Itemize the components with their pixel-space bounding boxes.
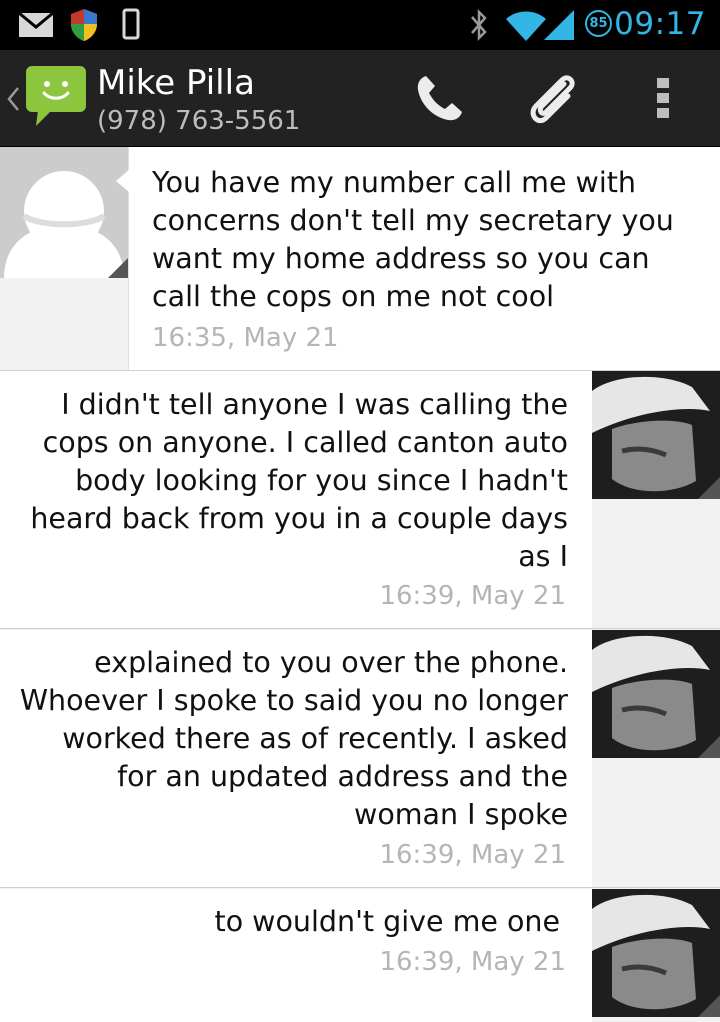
mail-icon	[18, 12, 54, 37]
message-timestamp: 16:39, May 21	[379, 581, 566, 611]
message-timestamp: 16:39, May 21	[379, 947, 566, 977]
my-avatar[interactable]	[592, 630, 720, 758]
conversation-header: Mike Pilla (978) 763-5561	[0, 50, 720, 147]
overflow-menu-icon[interactable]	[654, 76, 672, 120]
bluetooth-icon	[471, 8, 487, 42]
message-body: I didn't tell anyone I was calling the c…	[30, 388, 568, 573]
message-incoming[interactable]: You have my number call me with concerns…	[0, 147, 720, 371]
contact-avatar[interactable]	[0, 147, 128, 278]
message-outgoing[interactable]: explained to you over the phone. Whoever…	[0, 630, 720, 888]
contact-number: (978) 763-5561	[97, 106, 301, 136]
profile-photo-icon	[592, 371, 720, 499]
back-chevron-icon[interactable]	[6, 86, 20, 112]
shield-icon	[71, 9, 97, 41]
call-icon[interactable]	[414, 72, 466, 124]
signal-icon	[544, 10, 574, 40]
bubble-pointer-icon	[116, 169, 130, 193]
message-outgoing[interactable]: I didn't tell anyone I was calling the c…	[0, 371, 720, 629]
status-clock: 09:17	[614, 6, 706, 42]
messaging-app-icon[interactable]	[24, 64, 88, 128]
my-avatar[interactable]	[592, 889, 720, 1017]
message-body: You have my number call me with concerns…	[152, 166, 674, 313]
message-timestamp: 16:39, May 21	[379, 840, 566, 870]
attach-icon[interactable]	[524, 70, 582, 128]
battery-level-badge: 85	[585, 10, 612, 37]
contact-name: Mike Pilla	[97, 63, 255, 103]
message-body: to wouldn't give me one	[214, 905, 560, 938]
default-avatar-icon	[0, 147, 128, 278]
profile-photo-icon	[592, 630, 720, 758]
message-outgoing[interactable]: to wouldn't give me one 16:39, May 21	[0, 889, 720, 1022]
message-body: explained to you over the phone. Whoever…	[19, 646, 568, 831]
my-avatar[interactable]	[592, 371, 720, 499]
message-timestamp: 16:35, May 21	[152, 323, 339, 353]
phone-storage-icon	[122, 8, 140, 40]
status-bar: 85 09:17	[0, 0, 720, 50]
profile-photo-icon	[592, 889, 720, 1017]
